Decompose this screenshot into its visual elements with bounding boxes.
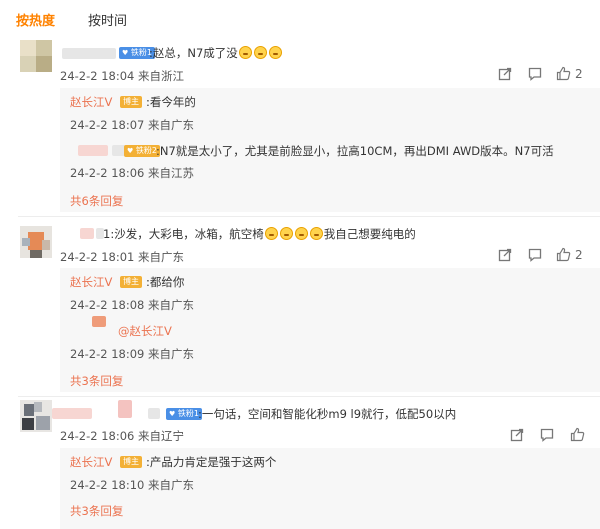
fan-badge: ♥ 铁粉1 (166, 408, 202, 420)
blogger-badge: 博主 (120, 96, 142, 108)
comment-icon (540, 428, 554, 442)
tab-sort-by-hot[interactable]: 按热度 (16, 10, 55, 29)
blogger-badge: 博主 (120, 456, 142, 468)
smile-emoji-icon (238, 46, 252, 59)
blurred-username (62, 48, 116, 59)
more-replies-link[interactable]: 共3条回复 (70, 373, 123, 389)
reply-author[interactable]: 赵长江V (70, 454, 112, 470)
share-button[interactable] (510, 428, 524, 442)
sort-tabs: 按热度 按时间 (0, 0, 600, 36)
blurred-username (80, 228, 94, 239)
reply-text: :产品力肯定是强于这两个 (146, 455, 277, 469)
comment-meta: 24-2-2 18:06 来自辽宁 (60, 429, 185, 443)
fan-badge: ♥ 铁粉2 (124, 145, 160, 157)
comment-button[interactable] (528, 67, 542, 81)
comment-icon (528, 248, 542, 262)
blurred-avatar (92, 316, 106, 327)
comment-text: 1:沙发，大彩电，冰箱，航空椅 我自己想要纯电的 (103, 227, 416, 241)
reply-list: 赵长江V 博主 :都给你 24-2-2 18:08 来自广东 @赵长江V 24-… (60, 268, 600, 392)
reply-mention: @赵长江V (118, 324, 172, 338)
share-icon (510, 428, 524, 442)
more-replies-link[interactable]: 共3条回复 (70, 503, 123, 519)
divider (18, 396, 600, 397)
like-icon (570, 427, 585, 442)
like-count: 2 (575, 247, 583, 262)
grin-emoji-icon (279, 227, 293, 240)
reply-text: :看今年的 (146, 95, 196, 109)
divider (18, 216, 600, 217)
reply-meta: 24-2-2 18:06 来自江苏 (70, 166, 195, 180)
reply-list: 赵长江V 博主 :看今年的 24-2-2 18:07 来自广东 ♥ 铁粉2 :N… (60, 88, 600, 212)
blogger-badge: 博主 (120, 276, 142, 288)
share-icon (498, 248, 512, 262)
reply-meta: 24-2-2 18:10 来自广东 (70, 478, 195, 492)
comment-button[interactable] (528, 248, 542, 262)
reply-meta: 24-2-2 18:07 来自广东 (70, 118, 195, 132)
comment-icon (528, 67, 542, 81)
like-button[interactable]: 2 (556, 66, 583, 81)
reply-meta: 24-2-2 18:08 来自广东 (70, 298, 195, 312)
like-icon (556, 247, 571, 262)
like-button[interactable]: 2 (556, 247, 583, 262)
blurred-username (52, 408, 92, 419)
reply-author[interactable]: 赵长江V (70, 94, 112, 110)
like-count: 2 (575, 66, 583, 81)
share-icon (498, 67, 512, 81)
reply-text: :都给你 (146, 275, 185, 289)
grin-emoji-icon (264, 227, 278, 240)
grin-emoji-icon (309, 227, 323, 240)
grin-emoji-icon (294, 227, 308, 240)
avatar[interactable] (20, 400, 52, 432)
blurred-username (148, 408, 160, 419)
smile-emoji-icon (268, 46, 282, 59)
tab-sort-by-time[interactable]: 按时间 (88, 10, 127, 29)
like-button[interactable] (570, 427, 585, 442)
reply-meta: 24-2-2 18:09 来自广东 (70, 347, 195, 361)
reply-text: :N7就是太小了，尤其是前脸显小，拉高10CM，再出DMI AWD版本。N7可活 (156, 144, 554, 158)
comment-meta: 24-2-2 18:04 来自浙江 (60, 69, 185, 83)
comment-text: :赵总，N7成了没 (149, 45, 283, 61)
comment-button[interactable] (540, 428, 554, 442)
avatar[interactable] (20, 40, 52, 72)
like-icon (556, 66, 571, 81)
comment-meta: 24-2-2 18:01 来自广东 (60, 250, 185, 264)
avatar[interactable] (20, 226, 52, 258)
reply-list: 赵长江V 博主 :产品力肯定是强于这两个 24-2-2 18:10 来自广东 共… (60, 448, 600, 529)
comment-text: :一句话，空间和智能化秒m9 l9就行，低配50以内 (198, 407, 457, 421)
share-button[interactable] (498, 248, 512, 262)
share-button[interactable] (498, 67, 512, 81)
more-replies-link[interactable]: 共6条回复 (70, 193, 123, 209)
reply-author[interactable]: 赵长江V (70, 274, 112, 290)
smile-emoji-icon (253, 46, 267, 59)
blurred-username (78, 145, 108, 156)
blurred-username (118, 400, 132, 418)
